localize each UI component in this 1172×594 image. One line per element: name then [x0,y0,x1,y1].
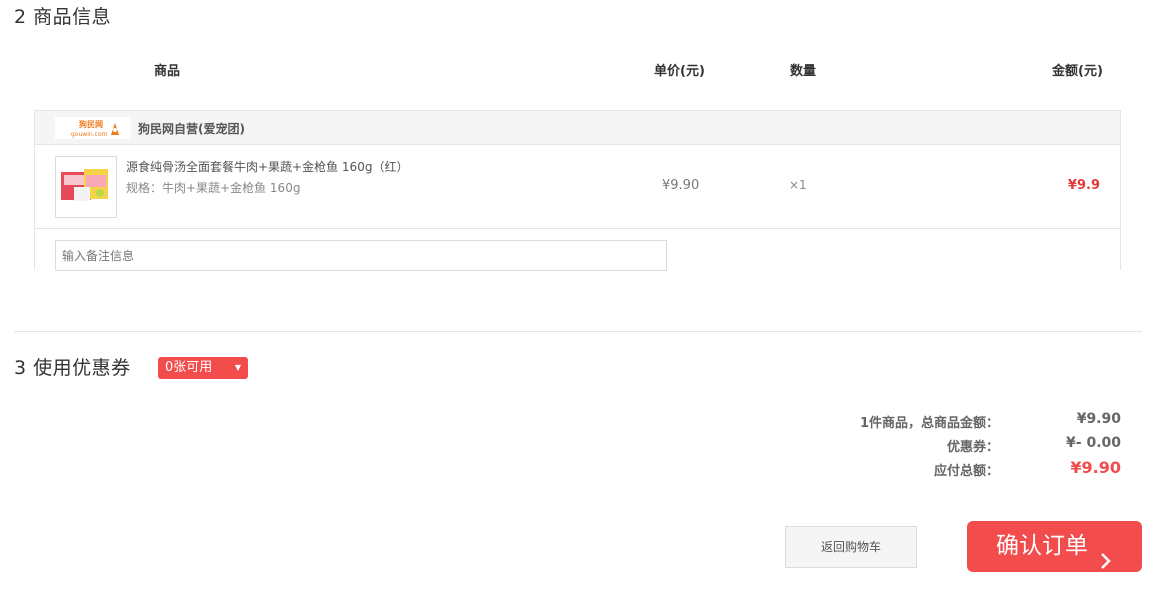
product-thumbnail[interactable] [55,156,117,218]
confirm-order-button[interactable]: 确认订单 [967,521,1142,572]
product-unit-price: ¥9.90 [662,178,700,193]
coupon-discount-value: ¥- 0.00 [1066,435,1121,451]
total-goods-label: 1件商品，总商品金额： [859,416,999,431]
chevron-right-icon [1100,538,1112,589]
payable-label: 应付总额： [933,464,999,479]
coupon-select-value: 0张可用 [165,360,213,375]
shop-name[interactable]: 狗民网自营(爱宠团) [138,120,245,137]
header-product: 商品 [154,64,181,79]
coupon-discount-label: 优惠券： [946,440,999,455]
shop-row: 狗民网 gouwin.com 狗民网自营(爱宠团) [35,111,1120,145]
section-divider [14,331,1142,332]
coupon-section-title: 3 使用优惠券 [14,357,131,379]
order-note-input[interactable] [55,240,667,271]
header-unit-price: 单价(元) [654,64,705,79]
product-name[interactable]: 源食纯骨汤全面套餐牛肉+果蔬+金枪鱼 160g（红） [126,158,408,175]
coupon-select[interactable]: 0张可用 ▼ [158,357,248,379]
shop-logo[interactable]: 狗民网 gouwin.com [55,117,131,139]
confirm-order-label: 确认订单 [996,533,1088,559]
logo-text-top: 狗民网 [78,119,103,129]
total-goods-value: ¥9.90 [1076,411,1121,427]
payable-value: ¥9.90 [1070,458,1121,477]
header-amount: 金额(元) [1052,64,1103,79]
cart-item-row: 源食纯骨汤全面套餐牛肉+果蔬+金枪鱼 160g（红） 规格：牛肉+果蔬+金枪鱼 … [35,145,1120,229]
order-box: 狗民网 gouwin.com 狗民网自营(爱宠团) 源食纯骨汤全面套餐牛肉+果蔬… [34,110,1121,271]
product-quantity: ×1 [789,178,807,192]
product-amount: ¥9.9 [1067,178,1100,193]
caret-down-icon: ▼ [234,363,241,372]
goods-section-title: 2 商品信息 [14,6,112,28]
product-spec: 规格：牛肉+果蔬+金枪鱼 160g [126,181,301,195]
back-to-cart-button[interactable]: 返回购物车 [785,526,917,568]
logo-text-bottom: gouwin.com [71,131,108,138]
header-quantity: 数量 [790,64,817,79]
